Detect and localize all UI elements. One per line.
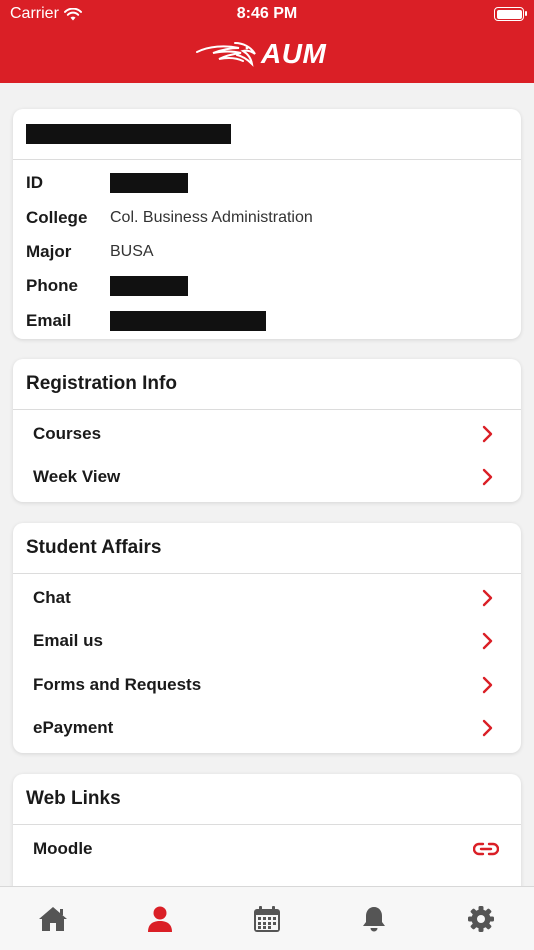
tab-bar — [0, 886, 534, 950]
app-header: Carrier 8:46 PM AUM — [0, 0, 534, 83]
redacted-email — [110, 310, 266, 331]
web-links-header: Web Links — [13, 774, 521, 825]
nav-row-moodle[interactable]: Moodle — [13, 827, 521, 871]
calendar-icon — [253, 906, 280, 932]
status-bar: Carrier 8:46 PM — [0, 0, 534, 28]
nav-row-courses[interactable]: Courses — [13, 412, 521, 456]
nav-row-epayment[interactable]: ePayment — [13, 707, 521, 751]
main-content[interactable]: ID College Col. Business Administration … — [0, 83, 534, 886]
nav-row-email-us[interactable]: Email us — [13, 620, 521, 664]
tab-notifications[interactable] — [354, 903, 394, 935]
tab-profile[interactable] — [140, 903, 180, 935]
chevron-right-icon — [482, 676, 493, 693]
nav-label: ePayment — [33, 718, 114, 738]
nav-row-chat[interactable]: Chat — [13, 576, 521, 620]
chevron-right-icon — [482, 633, 493, 650]
bell-icon — [362, 907, 385, 932]
battery-icon — [494, 7, 527, 21]
nav-row-forms-requests[interactable]: Forms and Requests — [13, 663, 521, 707]
chevron-right-icon — [482, 469, 493, 486]
aum-logo: AUM — [195, 38, 326, 70]
redacted-phone — [110, 276, 188, 297]
profile-row-id: ID — [13, 166, 521, 200]
link-icon — [473, 842, 499, 855]
profile-row-major: Major BUSA — [13, 235, 521, 269]
chevron-right-icon — [482, 589, 493, 606]
nav-label: Email us — [33, 631, 103, 651]
nav-label: Forms and Requests — [33, 674, 202, 694]
profile-label: Phone — [26, 276, 78, 296]
chevron-right-icon — [482, 720, 493, 737]
nav-label: Week View — [33, 467, 121, 487]
registration-header: Registration Info — [13, 359, 521, 410]
profile-value: BUSA — [110, 242, 154, 260]
profile-name-header — [13, 109, 521, 160]
student-affairs-header: Student Affairs — [13, 523, 521, 574]
profile-label: Major — [26, 241, 72, 261]
nav-label: Courses — [33, 423, 102, 443]
profile-label: College — [26, 207, 88, 227]
gear-icon — [467, 906, 494, 932]
profile-row-phone: Phone — [13, 269, 521, 303]
logo-text: AUM — [261, 38, 327, 69]
phoenix-logo-icon — [196, 42, 256, 67]
card-title: Web Links — [26, 788, 121, 809]
nav-label: Chat — [33, 587, 71, 607]
web-links-card: Web Links Moodle — [13, 774, 521, 886]
tab-settings[interactable] — [461, 903, 501, 935]
tab-home[interactable] — [33, 903, 73, 935]
redacted-student-name — [26, 124, 231, 144]
card-title: Registration Info — [26, 373, 177, 394]
profile-row-email: Email — [13, 304, 521, 338]
profile-label: ID — [26, 173, 43, 193]
registration-card: Registration Info Courses Week View — [13, 359, 521, 502]
redacted-id — [110, 173, 188, 194]
profile-row-college: College Col. Business Administration — [13, 200, 521, 234]
student-affairs-card: Student Affairs Chat Email us Forms and … — [13, 523, 521, 753]
profile-value: Col. Business Administration — [110, 208, 313, 226]
profile-icon — [148, 906, 173, 932]
chevron-right-icon — [482, 425, 493, 442]
tab-calendar[interactable] — [247, 903, 287, 935]
nav-row-week-view[interactable]: Week View — [13, 456, 521, 500]
home-icon — [39, 907, 68, 931]
profile-card: ID College Col. Business Administration … — [13, 109, 521, 339]
profile-label: Email — [26, 310, 72, 330]
nav-label: Moodle — [33, 838, 93, 858]
status-time: 8:46 PM — [236, 5, 298, 22]
card-title: Student Affairs — [26, 537, 162, 558]
